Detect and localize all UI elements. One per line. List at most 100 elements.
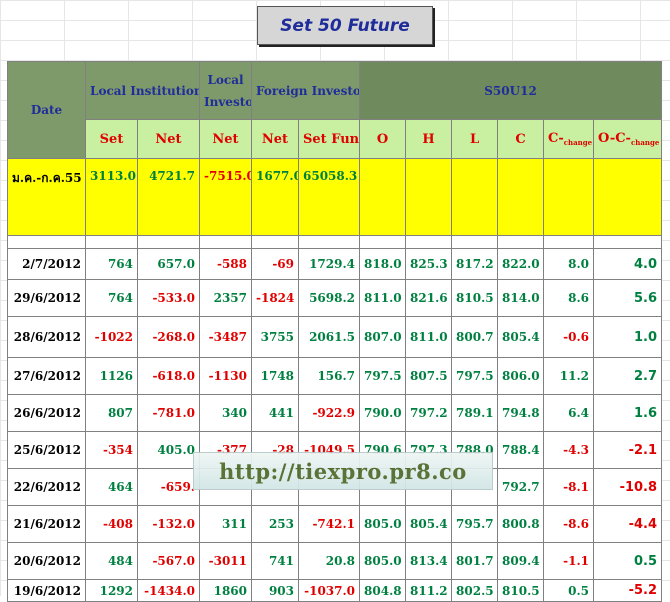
table-row: 19/6/2012 1292 -1434.0 1860 903 -1037.0 804.8 8… xyxy=(7,579,663,602)
cell-c: 792.7 xyxy=(497,468,545,506)
cell-lv-net: 2357 xyxy=(199,279,252,317)
cell-set-fund: 2061.5 xyxy=(297,316,361,358)
summary-li-set: 3113.0 xyxy=(85,158,138,236)
cell-h: 821.6 xyxy=(405,279,453,317)
cell-li-net: -618.0 xyxy=(137,357,200,395)
summary-row: ม.ค.-ก.ค.55 3113.0 4721.7 -7515.0 1677.0… xyxy=(7,158,663,236)
cell-li-set: 764 xyxy=(85,248,138,280)
cell-occ: -5.2 xyxy=(593,579,663,602)
subheader-net: Net xyxy=(199,119,252,159)
cell-li-set: 464 xyxy=(85,468,138,506)
cell-h: 811.2 xyxy=(405,579,453,602)
table-row: 21/6/2012 -408 -132.0 311 253 -742.1 805.0 805.… xyxy=(7,505,663,543)
cell-li-set: 1292 xyxy=(85,579,138,602)
cell-occ: -4.4 xyxy=(593,505,663,543)
subheader-net: Net xyxy=(251,119,299,159)
cell-o: 805.0 xyxy=(359,542,407,580)
cell-li-set: -1022 xyxy=(85,316,138,358)
subheader-c-change: C-change xyxy=(543,119,595,159)
cell-occ: 2.7 xyxy=(593,357,663,395)
cell-l: 817.2 xyxy=(451,248,499,280)
summary-set-fund: 65058.3 xyxy=(297,158,361,236)
cell-o: 811.0 xyxy=(359,279,407,317)
cell-c: 809.4 xyxy=(497,542,545,580)
cell-li-net: 405.0 xyxy=(137,431,200,469)
cell-h: 805.4 xyxy=(405,505,453,543)
cell-li-net: -781.0 xyxy=(137,394,200,432)
futures-table: Date Local Institutions Local Investo Fo… xyxy=(7,61,663,602)
cell-c: 806.0 xyxy=(497,357,545,395)
cell-c-change: -8.1 xyxy=(543,468,595,506)
cell-c-change: 6.4 xyxy=(543,394,595,432)
cell-l: 800.7 xyxy=(451,316,499,358)
cell-li-set: 807 xyxy=(85,394,138,432)
cell-li-net: -132.0 xyxy=(137,505,200,543)
summary-lv-net: -7515.0 xyxy=(199,158,252,236)
cell-l: 810.5 xyxy=(451,279,499,317)
cell-c: 788.4 xyxy=(497,431,545,469)
cell-lv-net: 1860 xyxy=(199,579,252,602)
cell-h: 807.5 xyxy=(405,357,453,395)
summary-label: ม.ค.-ก.ค.55 xyxy=(7,158,86,236)
cell-l: 801.7 xyxy=(451,542,499,580)
cell-c-change: -8.6 xyxy=(543,505,595,543)
cell-fi-net: 441 xyxy=(251,394,299,432)
cell-l: 802.5 xyxy=(451,579,499,602)
cell-set-fund: 5698.2 xyxy=(297,279,361,317)
cell-set-fund: 20.8 xyxy=(297,542,361,580)
cell-li-net: -1434.0 xyxy=(137,579,200,602)
cell-date: 29/6/2012 xyxy=(7,279,86,317)
cell-lv-net: -3487 xyxy=(199,316,252,358)
summary-fi-net: 1677.0 xyxy=(251,158,299,236)
cell-c: 805.4 xyxy=(497,316,545,358)
cell-lv-net: -1130 xyxy=(199,357,252,395)
cell-o: 807.0 xyxy=(359,316,407,358)
cell-l: 789.1 xyxy=(451,394,499,432)
cell-c-change: 8.6 xyxy=(543,279,595,317)
subheader-low: L xyxy=(451,119,499,159)
cell-fi-net: 903 xyxy=(251,579,299,602)
cell-fi-net: -69 xyxy=(251,248,299,280)
header-date: Date xyxy=(7,61,86,159)
cell-occ: 5.6 xyxy=(593,279,663,317)
header-local-institutions: Local Institutions xyxy=(85,61,200,120)
watermark-banner: http://tiexpro.pr8.co xyxy=(193,452,493,490)
cell-c-change: -1.1 xyxy=(543,542,595,580)
subheader-open: O xyxy=(359,119,407,159)
cell-set-fund: -922.9 xyxy=(297,394,361,432)
cell-date: 22/6/2012 xyxy=(7,468,86,506)
cell-li-net: -268.0 xyxy=(137,316,200,358)
cell-date: 19/6/2012 xyxy=(7,579,86,602)
subheader-o-c-change: O-C-change xyxy=(593,119,663,159)
cell-occ: -10.8 xyxy=(593,468,663,506)
cell-set-fund: -742.1 xyxy=(297,505,361,543)
header-foreign-investors: Foreign Investors xyxy=(250,61,361,120)
cell-lv-net: 311 xyxy=(199,505,252,543)
subheader-set: Set xyxy=(85,119,138,159)
subheader-close: C xyxy=(497,119,545,159)
cell-set-fund: -1037.0 xyxy=(297,579,361,602)
cell-occ: 1.0 xyxy=(593,316,663,358)
cell-li-set: -354 xyxy=(85,431,138,469)
cell-c-change: -4.3 xyxy=(543,431,595,469)
cell-li-set: 484 xyxy=(85,542,138,580)
cell-li-net: -659. xyxy=(137,468,200,506)
cell-li-net: 657.0 xyxy=(137,248,200,280)
cell-date: 25/6/2012 xyxy=(7,431,86,469)
cell-h: 797.2 xyxy=(405,394,453,432)
cell-h: 813.4 xyxy=(405,542,453,580)
subheader-high: H xyxy=(405,119,453,159)
cell-c: 800.8 xyxy=(497,505,545,543)
header-local-investo: Local Investo xyxy=(199,61,252,120)
page-title: Set 50 Future xyxy=(257,6,433,45)
cell-lv-net: -588 xyxy=(199,248,252,280)
cell-li-set: -408 xyxy=(85,505,138,543)
cell-occ: 0.5 xyxy=(593,542,663,580)
table-row: 2/7/2012 764 657.0 -588 -69 1729.4 818.0 825.3 8… xyxy=(7,248,663,280)
table-row: 28/6/2012 -1022 -268.0 -3487 3755 2061.5 807.0… xyxy=(7,316,663,358)
cell-fi-net: 3755 xyxy=(251,316,299,358)
cell-li-set: 1126 xyxy=(85,357,138,395)
cell-o: 797.5 xyxy=(359,357,407,395)
cell-date: 21/6/2012 xyxy=(7,505,86,543)
cell-c: 810.5 xyxy=(497,579,545,602)
